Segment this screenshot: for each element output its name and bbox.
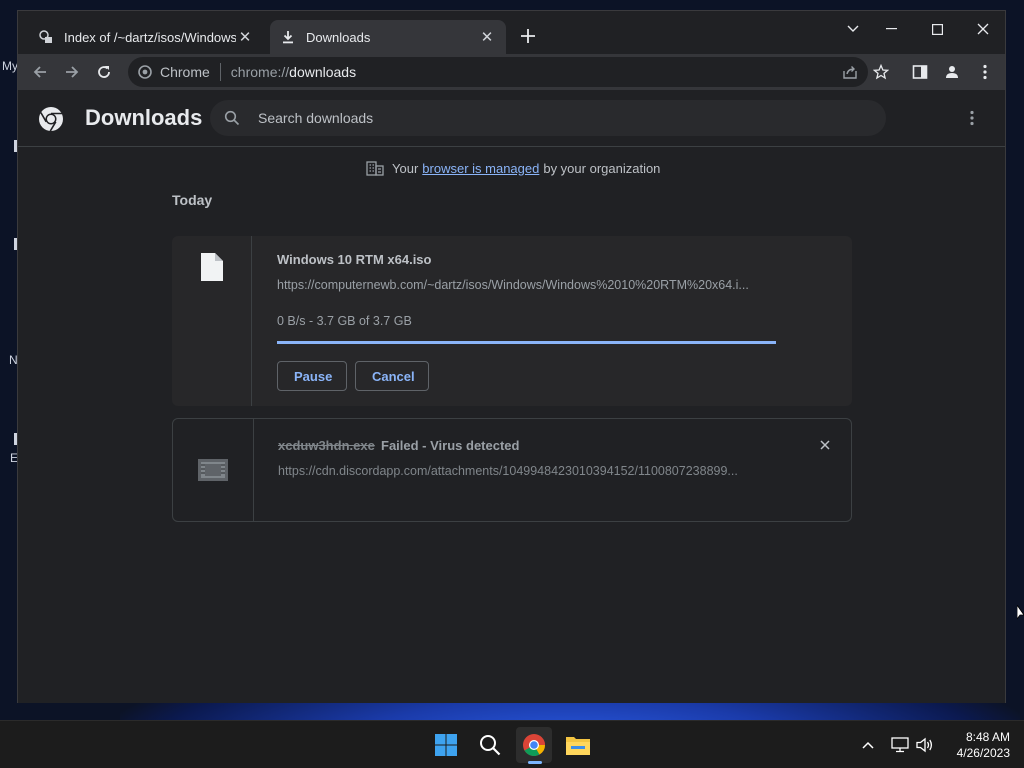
profile-button[interactable] [940,60,964,84]
managed-prefix: Your [392,160,419,176]
search-downloads-box[interactable] [210,100,886,136]
tab-title: Downloads [306,29,371,45]
file-icon[interactable] [200,252,224,282]
chrome-icon [523,734,545,756]
clock-date: 4/26/2023 [956,746,1010,760]
download-icon-column [172,236,252,406]
url-scheme: chrome:// [230,64,290,80]
more-vert-icon [983,64,987,80]
download-failure-status: Failed - Virus detected [381,438,520,453]
download-item-failed: xcduw3hdn.exe Failed - Virus detected ht… [172,418,852,522]
chevron-up-icon [862,741,874,749]
download-url[interactable]: https://cdn.discordapp.com/attachments/1… [278,464,772,478]
chrome-menu-button[interactable] [973,60,997,84]
browser-managed-link[interactable]: browser is managed [422,161,539,176]
person-icon [946,66,958,78]
clock-time: 8:48 AM [965,730,1010,744]
minimize-icon [885,28,897,30]
taskbar: 8:48 AM 4/26/2023 [0,720,1024,768]
share-button[interactable] [838,60,862,84]
maximize-button[interactable] [914,15,960,43]
reload-icon [98,66,110,78]
speaker-icon [916,737,933,753]
download-progress-bar [277,341,776,344]
search-icon [480,735,501,756]
address-bar[interactable]: Chrome chrome://downloads [128,57,868,87]
share-icon [843,66,857,79]
page-title: Downloads [85,105,203,130]
side-panel-icon [912,65,928,79]
chevron-down-icon [847,25,859,32]
running-indicator [528,761,542,764]
date-header: Today [172,192,213,208]
chrome-icon [138,65,152,79]
download-details: Windows 10 RTM x64.iso https://computern… [277,236,852,406]
download-status: 0 B/s - 3.7 GB of 3.7 GB [277,314,412,328]
downloads-header: Downloads [18,90,1005,147]
cancel-button[interactable]: Cancel [355,361,429,391]
search-downloads-input[interactable] [256,109,886,127]
search-icon [224,110,240,126]
taskbar-file-explorer-button[interactable] [560,727,596,763]
close-tab-icon[interactable]: ✕ [236,28,254,46]
side-panel-button[interactable] [908,60,932,84]
building-icon [366,161,384,176]
chrome-logo-icon [38,106,64,137]
taskbar-clock[interactable]: 8:48 AM 4/26/2023 [944,729,1010,761]
folder-icon [566,737,590,755]
show-hidden-icons-button[interactable] [858,735,878,755]
omnibox-divider [219,63,221,81]
tab-downloads[interactable]: Downloads ✕ [270,20,506,54]
reload-button[interactable] [92,60,116,84]
close-tab-icon[interactable]: ✕ [478,28,496,46]
mouse-cursor-icon [1016,603,1024,628]
page-favicon-icon [38,29,54,45]
desktop-icon-label-my[interactable]: My [2,59,18,73]
exe-file-icon[interactable] [197,458,229,482]
managed-notice: Your browser is managed by your organiza… [366,160,660,176]
more-vert-icon [970,110,974,126]
taskbar-chrome-button[interactable] [516,727,552,763]
network-icon [891,737,909,753]
download-filename[interactable]: Windows 10 RTM x64.iso [277,252,431,267]
site-info-chip[interactable]: Chrome [128,64,210,80]
download-icon [280,29,296,45]
url-text[interactable]: chrome://downloads [231,64,356,80]
pause-button[interactable]: Pause [277,361,347,391]
download-details: xcduw3hdn.exe Failed - Virus detected ht… [278,419,851,521]
browser-toolbar: Chrome chrome://downloads [18,54,1005,90]
maximize-icon [931,23,943,35]
close-window-button[interactable] [960,15,1006,43]
close-icon [820,440,830,450]
downloads-menu-button[interactable] [962,108,982,128]
tab-title: Index of /~dartz/isos/Windows/ [64,29,236,45]
forward-button[interactable] [60,60,84,84]
download-url[interactable]: https://computernewb.com/~dartz/isos/Win… [277,278,777,292]
forward-arrow-icon [66,66,79,78]
download-filename: xcduw3hdn.exe [278,438,375,453]
download-item: Windows 10 RTM x64.iso https://computern… [172,236,852,406]
start-button[interactable] [428,727,464,763]
volume-button[interactable] [915,735,935,755]
download-icon-column [173,419,254,521]
star-icon [873,64,889,80]
site-chip-label: Chrome [160,64,210,80]
close-icon [977,23,989,35]
network-button[interactable] [890,735,910,755]
back-arrow-icon [33,66,46,78]
windows-logo-icon [435,734,457,756]
taskbar-search-button[interactable] [472,727,508,763]
managed-suffix: by your organization [543,160,661,176]
new-tab-button[interactable] [516,25,540,49]
downloads-page: Downloads Your browser is managed by you… [18,90,1005,703]
bookmark-button[interactable] [869,60,893,84]
browser-window: Index of /~dartz/isos/Windows/ ✕ Downloa… [17,10,1006,703]
tab-index-of-isos[interactable]: Index of /~dartz/isos/Windows/ ✕ [28,20,264,54]
back-button[interactable] [28,60,52,84]
url-host: downloads [289,64,357,80]
minimize-button[interactable] [868,15,914,43]
tab-strip: Index of /~dartz/isos/Windows/ ✕ Downloa… [18,11,1005,54]
remove-from-list-button[interactable] [817,437,833,453]
